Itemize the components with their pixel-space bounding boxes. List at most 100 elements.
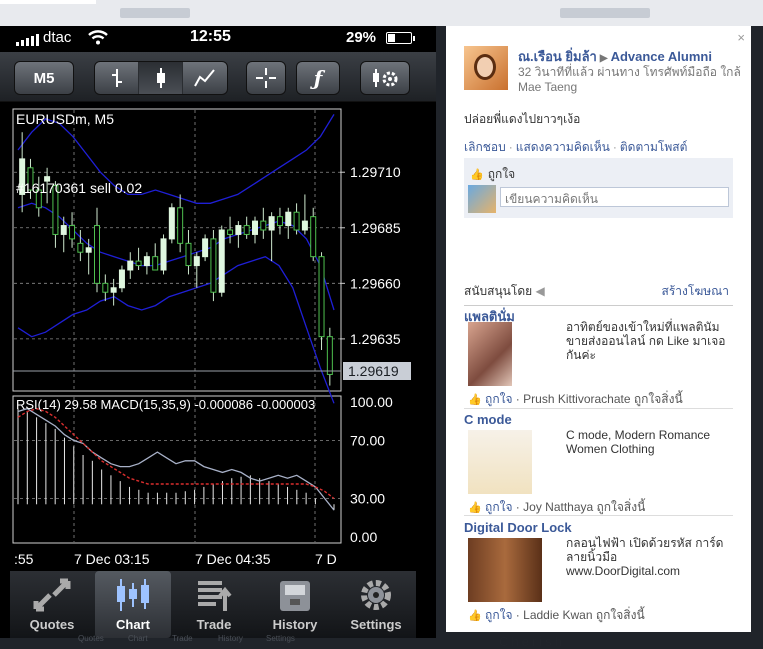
- author-avatar[interactable]: [464, 46, 508, 90]
- candle-body: [326, 336, 333, 375]
- current-price-label: 1.29619: [348, 363, 399, 379]
- indicator-axis: 100.00 70.00 30.00 0.00: [350, 394, 393, 545]
- liked-row: 👍 ถูกใจ: [470, 165, 515, 184]
- tab-trade[interactable]: Trade: [176, 571, 252, 638]
- indicator-tick-label: 0.00: [350, 529, 377, 545]
- candle-body: [318, 256, 325, 338]
- candle-body: [202, 238, 209, 258]
- ad-title[interactable]: Digital Door Lock: [464, 520, 733, 535]
- ad-description: C mode, Modern Romance Women Clothing: [566, 428, 711, 456]
- bar-chart-button[interactable]: [95, 62, 139, 94]
- ad-image[interactable]: [468, 430, 532, 494]
- tab-label: Settings: [350, 617, 402, 632]
- candle-body: [102, 282, 109, 293]
- indicator-series: [17, 407, 335, 511]
- time-tick-label: :55: [14, 551, 34, 567]
- tab-chart[interactable]: Chart: [95, 571, 171, 638]
- status-time: 12:55: [190, 28, 231, 45]
- candle-body: [293, 211, 300, 231]
- candle-body: [235, 225, 242, 235]
- ad-image[interactable]: [468, 538, 542, 602]
- ad-like-link[interactable]: ถูกใจ: [485, 500, 512, 514]
- candle-body: [177, 207, 184, 244]
- top-highlight: [0, 0, 96, 4]
- candle-body: [268, 216, 275, 231]
- line-chart-icon: [194, 69, 215, 87]
- bottom-tab-bar: Quotes Chart Trade History Settings: [10, 571, 416, 638]
- thumbs-up-icon: 👍: [468, 394, 482, 406]
- ad-description: กลอนไฟฟ้า เปิดด้วยรหัส การ์ด ลายนิ้วมือ …: [566, 536, 724, 578]
- author-name-link[interactable]: ณ.เรือน ยิ่มล้า: [518, 49, 597, 64]
- tab-history[interactable]: History: [257, 571, 333, 638]
- tab-settings[interactable]: Settings: [338, 571, 414, 638]
- follow-post-link[interactable]: ติดตามโพสต์: [620, 140, 688, 154]
- ad-item[interactable]: แพลตินั่ม อาทิตย์ของเข้าใหม่ที่แพลตินัม …: [464, 306, 733, 409]
- facebook-panel: × ณ.เรือน ยิ่มล้า ▶ Advance Alumni 32 วินา…: [446, 26, 751, 632]
- candle-body: [85, 247, 92, 253]
- candle-body: [301, 220, 308, 231]
- commenter-avatar: [468, 185, 496, 213]
- ghost-tab-label: Settings: [266, 634, 295, 643]
- battery-icon: [386, 32, 415, 44]
- ad-description: อาทิตย์ของเข้าใหม่ที่แพลตินัม ขายส่งออนไ…: [566, 320, 726, 362]
- watermark-text: Cherish: [499, 634, 565, 649]
- ad-title[interactable]: C mode: [464, 412, 733, 427]
- timeframe-button[interactable]: M5: [14, 61, 74, 95]
- chart-settings-button[interactable]: [360, 61, 410, 95]
- carrier-name: dtac: [43, 29, 72, 46]
- screenshot-root: dtac 12:55 29% M5 ƒ 1.29619 EURUSDm, M5 …: [0, 0, 763, 649]
- ad-like-link[interactable]: ถูกใจ: [485, 608, 512, 622]
- signal-bars-icon: [16, 34, 39, 46]
- indicator-panel-frame: [12, 395, 342, 544]
- price-tick-label: 1.29660: [350, 275, 401, 291]
- blurred-tab: [120, 8, 190, 18]
- crosshair-button[interactable]: [246, 61, 286, 95]
- indicators-button[interactable]: ƒ: [296, 61, 340, 95]
- ad-like-row: 👍 ถูกใจ · Laddie Kwan ถูกใจสิ่งนี้: [468, 608, 645, 622]
- time-axis: :55 7 Dec 03:15 7 Dec 04:35 7 D: [14, 551, 337, 567]
- play-arrow-icon: ▶: [599, 53, 608, 64]
- create-ad-link[interactable]: สร้างโฆษณา: [662, 282, 730, 301]
- ios-status-bar: dtac 12:55 29%: [0, 26, 436, 50]
- candle-body: [160, 238, 167, 271]
- ad-like-link[interactable]: ถูกใจ: [485, 392, 512, 406]
- line-chart-button[interactable]: [183, 62, 227, 94]
- time-tick-label: 7 Dec 04:35: [195, 551, 271, 567]
- candle-body: [69, 225, 76, 240]
- candle-body: [276, 216, 283, 227]
- thumbs-up-icon: 👍: [468, 502, 482, 514]
- divider: [464, 408, 733, 409]
- group-name-link[interactable]: Advance Alumni: [611, 49, 712, 64]
- thumbs-up-icon: 👍: [470, 169, 484, 181]
- price-axis: 1.29710 1.29685 1.29660 1.29635: [340, 164, 401, 347]
- candle-body: [185, 242, 192, 267]
- candle-body: [135, 260, 142, 267]
- ad-image[interactable]: [468, 322, 512, 386]
- post-actions: เลิกชอบ · แสดงความคิดเห็น · ติดตามโพสต์: [464, 140, 688, 154]
- tab-quotes[interactable]: Quotes: [14, 571, 90, 638]
- comment-input[interactable]: เขียนความคิดเห็น: [500, 187, 729, 207]
- ad-liked-by: Laddie Kwan ถูกใจสิ่งนี้: [523, 608, 645, 622]
- price-chart-area[interactable]: 1.29619 EURUSDm, M5 #16170361 sell 0.02 …: [0, 106, 436, 571]
- tab-label: Trade: [196, 617, 232, 632]
- candle-body: [77, 242, 84, 253]
- price-panel-frame: [12, 108, 342, 392]
- comment-link[interactable]: แสดงความคิดเห็น: [516, 140, 610, 154]
- ad-item[interactable]: Digital Door Lock กลอนไฟฟ้า เปิดด้วยรหัส…: [464, 520, 733, 622]
- candlestick-chart-icon: [95, 571, 171, 613]
- ghost-tab-label: Quotes: [78, 634, 104, 643]
- close-icon[interactable]: ×: [737, 30, 745, 45]
- ad-item[interactable]: C mode C mode, Modern Romance Women Clot…: [464, 412, 733, 516]
- candlestick-button[interactable]: [139, 62, 183, 94]
- chart-symbol-title: EURUSDm, M5: [16, 111, 114, 127]
- candle-body: [118, 269, 125, 289]
- ghost-tab-label: Chart: [128, 634, 148, 643]
- megaphone-icon: ◀: [535, 284, 545, 298]
- tab-label: Chart: [116, 617, 150, 632]
- unlike-link[interactable]: เลิกชอบ: [464, 140, 506, 154]
- bar-chart-icon: [111, 69, 122, 87]
- time-tick-label: 7 D: [315, 551, 337, 567]
- sponsored-header: สนับสนุนโดย ◀ สร้างโฆษณา: [464, 282, 733, 306]
- ad-like-row: 👍 ถูกใจ · Prush Kittivorachate ถูกใจสิ่ง…: [468, 392, 683, 406]
- candle-body: [260, 220, 267, 231]
